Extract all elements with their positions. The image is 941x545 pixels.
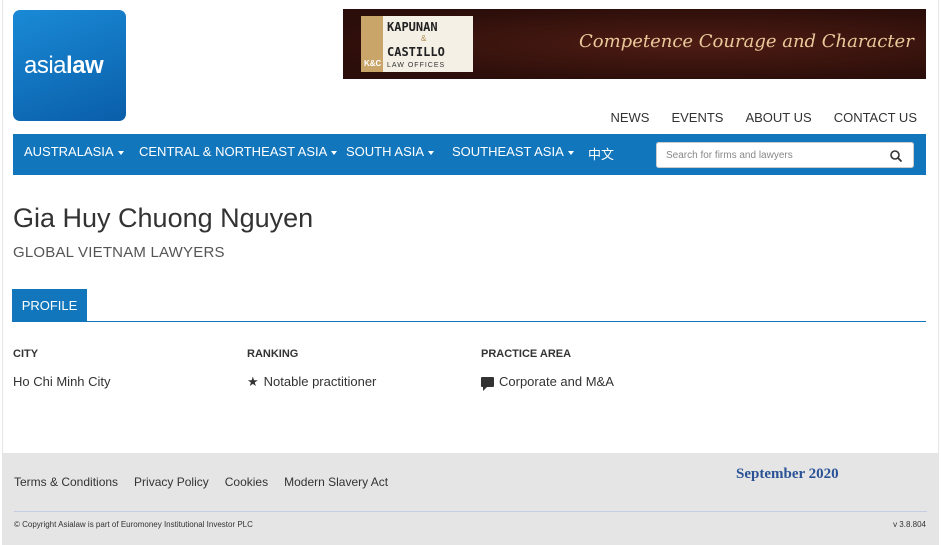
chevron-down-icon xyxy=(428,150,435,155)
banner-firm-line2: CASTILLO xyxy=(387,45,445,59)
city-label: CITY xyxy=(13,348,39,360)
ranking-value: ★ Notable practitioner xyxy=(247,374,377,389)
search-button[interactable] xyxy=(879,142,914,168)
banner-firm-logo: K&C KAPUNAN & CASTILLO LAW OFFICES xyxy=(361,16,473,72)
nav-south-asia[interactable]: SOUTH ASIA xyxy=(346,144,435,159)
main-nav: AUSTRALASIA CENTRAL & NORTHEAST ASIA SOU… xyxy=(13,134,926,175)
top-nav-news[interactable]: NEWS xyxy=(610,110,649,125)
nav-australasia[interactable]: AUSTRALASIA xyxy=(24,144,124,159)
footer-links: Terms & Conditions Privacy Policy Cookie… xyxy=(14,475,388,489)
top-nav-about-us[interactable]: ABOUT US xyxy=(745,110,811,125)
footer-link-modern-slavery[interactable]: Modern Slavery Act xyxy=(284,475,388,489)
comment-icon xyxy=(481,377,494,391)
version: v 3.8.804 xyxy=(893,520,926,529)
practice-area-value: Corporate and M&A xyxy=(481,374,614,391)
chevron-down-icon xyxy=(117,150,124,155)
nav-chinese[interactable]: 中文 xyxy=(588,144,614,163)
firm-name[interactable]: GLOBAL VIETNAM LAWYERS xyxy=(13,244,225,261)
search-input[interactable] xyxy=(656,142,880,168)
footer-link-terms[interactable]: Terms & Conditions xyxy=(14,475,118,489)
footer: Terms & Conditions Privacy Policy Cookie… xyxy=(2,453,939,545)
edition-date: September 2020 xyxy=(736,466,839,482)
city-value: Ho Chi Minh City xyxy=(13,374,111,389)
footer-link-privacy[interactable]: Privacy Policy xyxy=(134,475,209,489)
footer-link-cookies[interactable]: Cookies xyxy=(225,475,268,489)
logo-text: asialaw xyxy=(24,52,104,79)
asialaw-logo[interactable]: asialaw xyxy=(13,10,126,121)
tab-profile[interactable]: PROFILE xyxy=(12,289,87,322)
banner-firm-line1: KAPUNAN xyxy=(387,20,438,34)
practice-area-label: PRACTICE AREA xyxy=(481,348,572,360)
tab-divider xyxy=(12,321,926,322)
kc-mark: K&C xyxy=(361,16,383,72)
top-nav: NEWS EVENTS ABOUT US CONTACT US xyxy=(610,110,917,125)
banner-tagline: Competence Courage and Character xyxy=(579,31,914,52)
star-icon: ★ xyxy=(247,374,259,389)
copyright: © Copyright Asialaw is part of Euromoney… xyxy=(14,520,253,529)
banner-firm-sub: LAW OFFICES xyxy=(387,62,446,69)
nav-central-northeast-asia[interactable]: CENTRAL & NORTHEAST ASIA xyxy=(139,144,338,159)
nav-southeast-asia[interactable]: SOUTHEAST ASIA xyxy=(452,144,574,159)
footer-divider xyxy=(14,511,927,512)
search-box xyxy=(656,142,914,168)
chevron-down-icon xyxy=(567,150,574,155)
ranking-label: RANKING xyxy=(247,348,299,360)
search-icon xyxy=(890,150,902,162)
banner-ad[interactable]: K&C KAPUNAN & CASTILLO LAW OFFICES Compe… xyxy=(343,9,926,79)
top-nav-contact-us[interactable]: CONTACT US xyxy=(834,110,917,125)
banner-firm-amp: & xyxy=(421,34,427,43)
top-nav-events[interactable]: EVENTS xyxy=(671,110,723,125)
chevron-down-icon xyxy=(331,150,338,155)
page-title: Gia Huy Chuong Nguyen xyxy=(13,203,314,233)
